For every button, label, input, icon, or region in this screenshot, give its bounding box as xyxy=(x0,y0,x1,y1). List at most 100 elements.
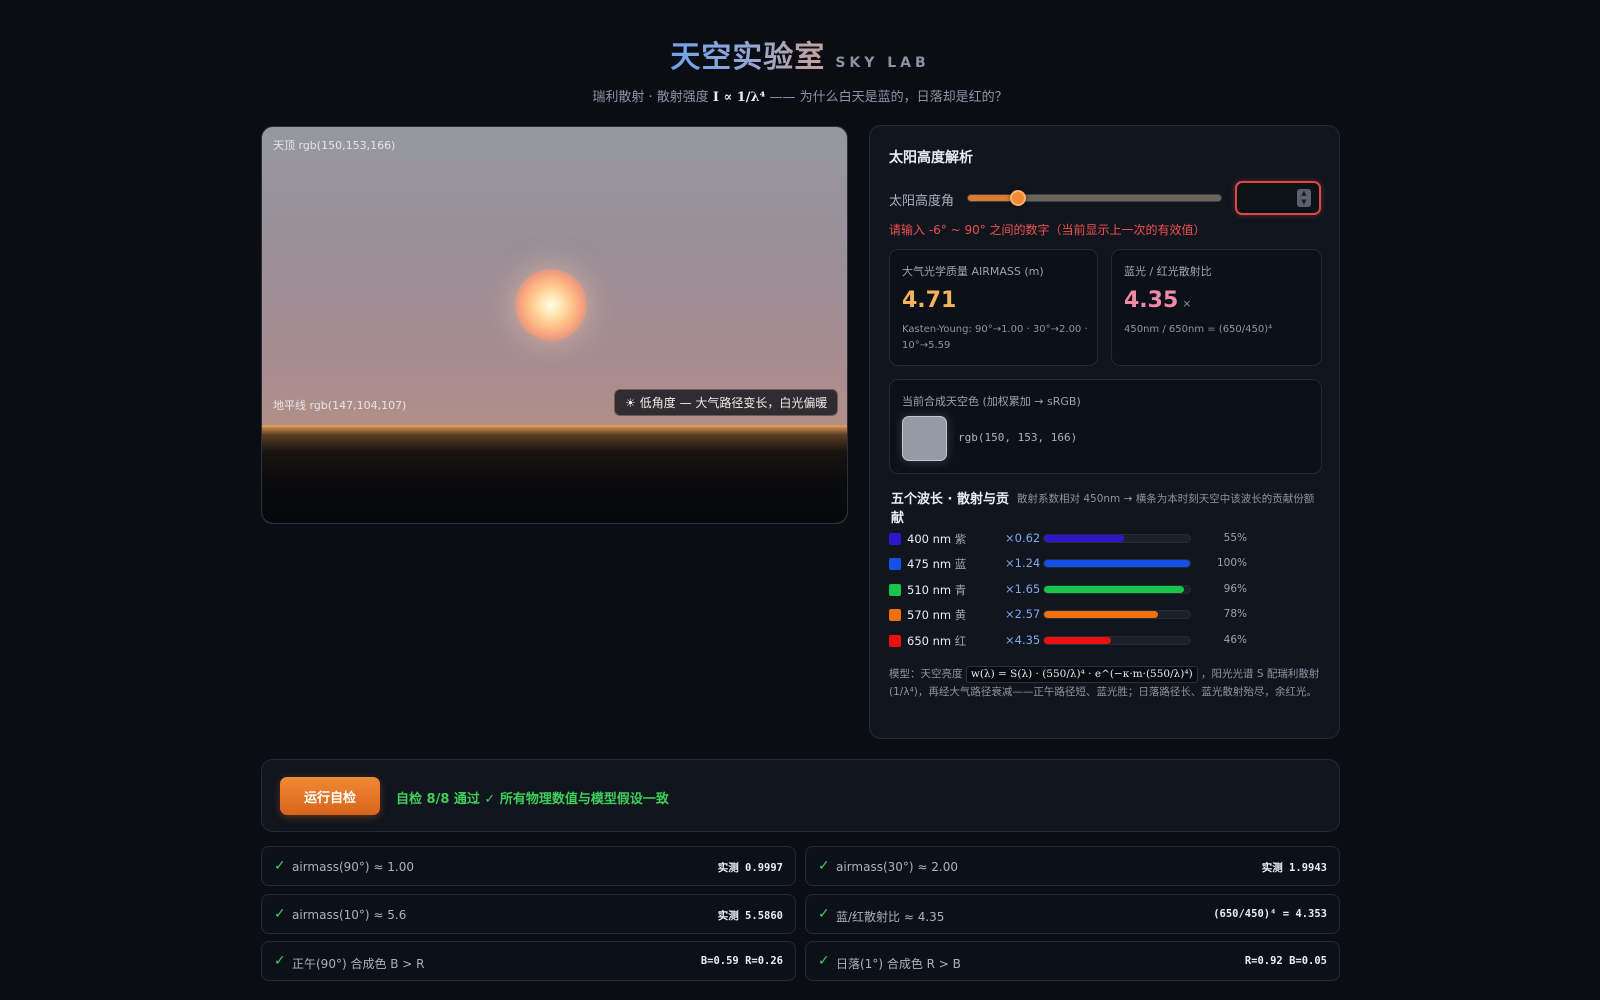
check-icon: ✓ xyxy=(274,858,286,874)
zenith-color-label: 天顶 rgb(150,153,166) xyxy=(273,139,396,152)
sun-icon: ☀ xyxy=(625,395,636,410)
run-self-test-button[interactable]: 运行自检 xyxy=(280,777,380,815)
wavelength-multiplier: ×1.65 xyxy=(1005,582,1041,596)
check-label: airmass(90°) ≈ 1.00 xyxy=(292,860,414,874)
wavelength-row: 570 nm 黄 ×2.57 78% xyxy=(889,606,1322,624)
airmass-label: 大气光学质量 AIRMASS (m) xyxy=(902,265,1044,278)
wavelength-percent: 96% xyxy=(1223,583,1247,595)
wavelength-swatch xyxy=(889,533,901,545)
wavelength-bar xyxy=(1043,610,1191,619)
wavelength-bar xyxy=(1043,585,1191,594)
wavelength-row: 510 nm 青 ×1.65 96% xyxy=(889,581,1322,599)
wavelength-percent: 55% xyxy=(1223,532,1247,544)
altitude-error-message: 请输入 -6° ~ 90° 之间的数字（当前显示上一次的有效值） xyxy=(889,223,1206,237)
wavelength-bar-fill xyxy=(1044,560,1190,567)
wavelength-nm: 475 nm xyxy=(907,557,952,571)
test-check-item: ✓ airmass(10°) ≈ 5.6 实测 5.5860 xyxy=(261,894,796,934)
wavelength-label: 400 nm 紫 xyxy=(907,531,966,547)
spinner-icon[interactable]: ▲ ▼ xyxy=(1297,189,1311,207)
check-value: 实测 5.5860 xyxy=(717,910,783,922)
scatter-ratio-value-wrap: 4.35 × xyxy=(1124,288,1192,313)
analysis-panel: 太阳高度解析 太阳高度角 ▲ ▼ 请输入 -6° ~ 90° 之间的数字（当前显示… xyxy=(869,125,1340,739)
wavelength-nm: 510 nm xyxy=(907,583,952,597)
wavelength-percent: 78% xyxy=(1223,608,1247,620)
wavelength-multiplier: ×4.35 xyxy=(1005,633,1041,647)
wavelength-row: 475 nm 蓝 ×1.24 100% xyxy=(889,555,1322,573)
wavelength-multiplier: ×1.24 xyxy=(1005,556,1041,570)
subtitle-pre: 瑞利散射 · 散射强度 xyxy=(592,90,709,105)
panel-title: 太阳高度解析 xyxy=(889,150,973,166)
subtitle-post: —— 为什么白天是蓝的，日落却是红的？ xyxy=(769,90,1008,105)
sun xyxy=(515,269,587,341)
wavelength-name: 黄 xyxy=(954,608,967,622)
altitude-slider-track[interactable] xyxy=(967,194,1222,202)
sky-status-badge: ☀ 低角度 — 大气路径变长，白光偏暖 xyxy=(614,389,839,416)
model-formula: w(λ) = S(λ) · (550/λ)⁴ · e^(−κ·m·(550/λ)… xyxy=(965,666,1198,683)
wavelength-percent: 100% xyxy=(1216,557,1247,569)
model-note-pre: 模型：天空亮度 xyxy=(889,668,963,680)
page-subtitle: 瑞利散射 · 散射强度 I ∝ 1/λ⁴ —— 为什么白天是蓝的，日落却是红的？ xyxy=(0,86,1600,105)
check-icon: ✓ xyxy=(818,906,830,922)
wavelength-bar-fill xyxy=(1044,637,1112,644)
wavelength-bar xyxy=(1043,636,1191,645)
wavelength-name: 紫 xyxy=(954,532,967,546)
scatter-ratio-note: 450nm / 650nm = (650/450)⁴ xyxy=(1124,324,1273,335)
title-en: SKY LAB xyxy=(835,55,930,71)
horizon-color-label: 地平线 rgb(147,104,107) xyxy=(273,399,407,412)
model-note: 模型：天空亮度 w(λ) = S(λ) · (550/λ)⁴ · e^(−κ·m… xyxy=(889,665,1324,701)
check-value: 实测 1.9943 xyxy=(1261,862,1327,874)
scatter-ratio-label: 蓝光 / 红光散射比 xyxy=(1124,265,1212,278)
check-icon: ✓ xyxy=(818,858,830,874)
check-icon: ✓ xyxy=(274,953,286,969)
scatter-ratio-value: 4.35 xyxy=(1124,288,1179,313)
wavelength-bar-fill xyxy=(1044,611,1158,618)
wavelength-nm: 570 nm xyxy=(907,608,952,622)
wavelength-name: 蓝 xyxy=(954,557,967,571)
wavelength-row: 650 nm 红 ×4.35 46% xyxy=(889,632,1322,650)
wavelength-name: 红 xyxy=(954,634,967,648)
wavelength-bar-fill xyxy=(1044,586,1185,593)
sky-color-label: 当前合成天空色 (加权累加 → sRGB) xyxy=(902,395,1081,408)
altitude-slider-label: 太阳高度角 xyxy=(889,194,955,209)
check-label: 正午(90°) 合成色 B > R xyxy=(292,957,425,971)
altitude-slider-thumb[interactable] xyxy=(1010,190,1026,206)
wavelength-swatch xyxy=(889,558,901,570)
check-value: R=0.92 B=0.05 xyxy=(1244,955,1327,967)
wavelength-percent: 46% xyxy=(1223,634,1247,646)
check-value: 实测 0.9997 xyxy=(717,862,783,874)
wavelength-label: 475 nm 蓝 xyxy=(907,556,966,572)
wavelength-nm: 400 nm xyxy=(907,532,952,546)
sky-color-swatch xyxy=(902,416,947,461)
scatter-ratio-card: 蓝光 / 红光散射比 4.35 × 450nm / 650nm = (650/45… xyxy=(1111,249,1322,366)
sky-view: 天顶 rgb(150,153,166) 地平线 rgb(147,104,107)… xyxy=(261,126,848,524)
test-check-item: ✓ 正午(90°) 合成色 B > R B=0.59 R=0.26 xyxy=(261,941,796,981)
check-value: (650/450)⁴ = 4.353 xyxy=(1213,908,1327,920)
check-icon: ✓ xyxy=(274,906,286,922)
altitude-number-field[interactable]: ▲ ▼ xyxy=(1235,181,1321,215)
wavelength-label: 570 nm 黄 xyxy=(907,607,966,623)
test-check-item: ✓ 蓝/红散射比 ≈ 4.35 (650/450)⁴ = 4.353 xyxy=(805,894,1340,934)
page-header: 天空实验室 SKY LAB 瑞利散射 · 散射强度 I ∝ 1/λ⁴ —— 为什… xyxy=(0,32,1600,105)
wavelength-bar xyxy=(1043,559,1191,568)
check-icon: ✓ xyxy=(818,953,830,969)
wavelength-nm: 650 nm xyxy=(907,634,952,648)
self-test-bar: 运行自检 自检 8/8 通过 ✓ 所有物理数值与模型假设一致 xyxy=(261,759,1340,832)
title-zh: 天空实验室 xyxy=(670,32,825,76)
ground xyxy=(262,427,847,523)
airmass-value: 4.71 xyxy=(902,288,957,313)
wavelength-bar-fill xyxy=(1044,535,1125,542)
wavelength-swatch xyxy=(889,609,901,621)
check-label: airmass(10°) ≈ 5.6 xyxy=(292,908,407,922)
scatter-ratio-unit: × xyxy=(1182,297,1192,310)
test-check-item: ✓ airmass(90°) ≈ 1.00 实测 0.9997 xyxy=(261,846,796,886)
wavelength-row: 400 nm 紫 ×0.62 55% xyxy=(889,530,1322,548)
test-check-item: ✓ 日落(1°) 合成色 R > B R=0.92 B=0.05 xyxy=(805,941,1340,981)
wavelength-swatch xyxy=(889,635,901,647)
sky-color-value: rgb(150, 153, 166) xyxy=(958,431,1078,444)
wavelength-label: 510 nm 青 xyxy=(907,582,966,598)
wavelength-multiplier: ×0.62 xyxy=(1005,531,1041,545)
check-label: airmass(30°) ≈ 2.00 xyxy=(836,860,958,874)
sky-color-card: 当前合成天空色 (加权累加 → sRGB) rgb(150, 153, 166) xyxy=(889,379,1322,474)
altitude-input[interactable] xyxy=(1237,183,1297,213)
wavelength-multiplier: ×2.57 xyxy=(1005,607,1041,621)
